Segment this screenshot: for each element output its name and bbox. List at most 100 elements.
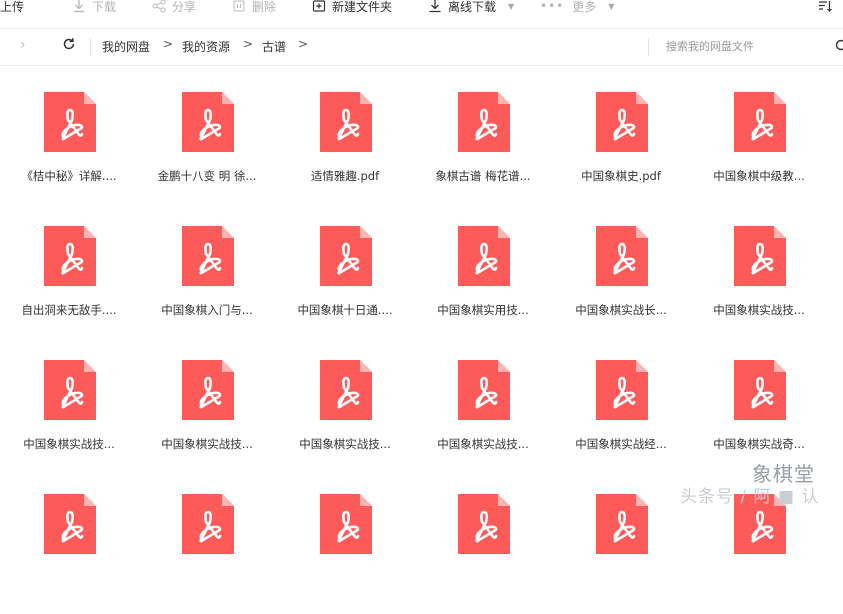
pdf-file-icon — [458, 92, 510, 152]
offline-download-label: 离线下载 — [448, 0, 496, 15]
new-folder-button[interactable]: 新建文件夹 — [312, 0, 392, 16]
new-folder-label: 新建文件夹 — [332, 0, 392, 15]
file-name: 中国象棋实战技... — [276, 436, 414, 452]
file-name: 中国象棋实用技... — [414, 302, 552, 318]
pdf-file-icon — [734, 360, 786, 420]
file-item[interactable] — [0, 494, 138, 614]
file-item[interactable]: 中国象棋实战技... — [276, 360, 414, 480]
watermark-text: 头条号 / 阿 ■ 认 — [680, 482, 819, 507]
divider — [648, 38, 649, 56]
download-icon — [72, 0, 86, 13]
breadcrumb-current-folder[interactable]: 古谱 — [262, 38, 286, 55]
pdf-file-icon — [182, 360, 234, 420]
file-item[interactable]: 中国象棋十日通.... — [276, 226, 414, 346]
file-item[interactable]: 中国象棋史.pdf — [552, 92, 690, 212]
file-name: 中国象棋史.pdf — [552, 168, 690, 184]
search-icon[interactable] — [834, 38, 843, 57]
file-name: 适情雅趣.pdf — [276, 168, 414, 184]
delete-button[interactable]: 删除 — [232, 0, 276, 16]
file-name: 中国象棋实战技... — [138, 436, 276, 452]
file-item[interactable]: 中国象棋实战技... — [138, 360, 276, 480]
breadcrumb-separator: > — [243, 37, 253, 51]
share-button[interactable]: 分享 — [152, 0, 196, 16]
breadcrumb-my-drive[interactable]: 我的网盘 — [102, 38, 150, 55]
file-name: 自出洞来无敌手.... — [0, 302, 138, 318]
share-label: 分享 — [172, 0, 196, 15]
file-name: 中国象棋实战技... — [690, 302, 828, 318]
download-label: 下载 — [92, 0, 116, 15]
divider — [90, 38, 91, 56]
pdf-file-icon — [320, 226, 372, 286]
sort-icon — [818, 0, 832, 13]
breadcrumb-separator: > — [298, 37, 308, 51]
file-name: 《桔中秘》详解.... — [0, 168, 138, 184]
file-item[interactable] — [552, 494, 690, 614]
file-item[interactable]: 中国象棋实战经... — [552, 360, 690, 480]
pdf-file-icon — [44, 494, 96, 554]
pdf-file-icon — [458, 494, 510, 554]
file-item[interactable]: 中国象棋中级教... — [690, 92, 828, 212]
offline-download-button[interactable]: 离线下载 ▼ — [428, 0, 514, 16]
file-item[interactable]: 金鹏十八变 明 徐... — [138, 92, 276, 212]
share-icon — [152, 0, 166, 13]
upload-button[interactable]: 上传 — [0, 0, 24, 16]
file-name: 中国象棋十日通.... — [276, 302, 414, 318]
file-item[interactable]: 中国象棋实战技... — [0, 360, 138, 480]
file-item[interactable] — [690, 494, 828, 614]
search-input[interactable]: 搜索我的网盘文件 — [666, 38, 754, 54]
trash-icon — [232, 0, 246, 13]
more-label: 更多 — [572, 0, 596, 15]
pdf-file-icon — [44, 92, 96, 152]
delete-label: 删除 — [252, 0, 276, 15]
file-name: 中国象棋实战技... — [414, 436, 552, 452]
file-item[interactable]: 中国象棋实用技... — [414, 226, 552, 346]
pdf-file-icon — [182, 494, 234, 554]
pdf-file-icon — [596, 226, 648, 286]
file-item[interactable] — [138, 494, 276, 614]
file-name: 中国象棋实战经... — [552, 436, 690, 452]
pdf-file-icon — [182, 92, 234, 152]
offline-download-icon — [428, 0, 442, 13]
file-name: 中国象棋实战奇... — [690, 436, 828, 452]
pdf-file-icon — [458, 360, 510, 420]
file-item[interactable]: 中国象棋实战技... — [414, 360, 552, 480]
forward-arrow-icon[interactable]: › — [20, 37, 26, 53]
refresh-icon[interactable] — [62, 36, 76, 55]
pdf-file-icon — [44, 360, 96, 420]
download-button[interactable]: 下载 — [72, 0, 116, 16]
file-item[interactable]: 中国象棋实战长... — [552, 226, 690, 346]
navigation-bar: › 我的网盘 > 我的资源 > 古谱 > 搜索我的网盘文件 — [0, 28, 843, 66]
pdf-file-icon — [734, 92, 786, 152]
chevron-down-icon: ▼ — [508, 2, 514, 11]
sort-button[interactable] — [818, 0, 838, 16]
file-item[interactable]: 自出洞来无敌手.... — [0, 226, 138, 346]
pdf-file-icon — [44, 226, 96, 286]
file-item[interactable]: 象棋古谱 梅花谱... — [414, 92, 552, 212]
upload-label: 上传 — [0, 0, 24, 15]
pdf-file-icon — [734, 226, 786, 286]
file-item[interactable]: 《桔中秘》详解.... — [0, 92, 138, 212]
file-name: 象棋古谱 梅花谱... — [414, 168, 552, 184]
file-name: 中国象棋实战技... — [0, 436, 138, 452]
pdf-file-icon — [458, 226, 510, 286]
chevron-down-icon: ▼ — [608, 2, 614, 11]
pdf-file-icon — [596, 360, 648, 420]
toolbar: 上传 下载 分享 删除 新建文件夹 离线下载 ▼ ••• 更多 ▼ — [0, 0, 843, 22]
pdf-file-icon — [596, 92, 648, 152]
breadcrumb-my-resources[interactable]: 我的资源 — [182, 38, 230, 55]
file-item[interactable]: 中国象棋入门与... — [138, 226, 276, 346]
file-item[interactable]: 适情雅趣.pdf — [276, 92, 414, 212]
pdf-file-icon — [182, 226, 234, 286]
file-name: 中国象棋中级教... — [690, 168, 828, 184]
file-item[interactable] — [414, 494, 552, 614]
pdf-file-icon — [320, 360, 372, 420]
pdf-file-icon — [596, 494, 648, 554]
more-button[interactable]: ••• 更多 ▼ — [540, 0, 614, 16]
file-item[interactable] — [276, 494, 414, 614]
pdf-file-icon — [320, 494, 372, 554]
new-folder-icon — [312, 0, 326, 13]
file-item[interactable]: 中国象棋实战技... — [690, 226, 828, 346]
file-name: 中国象棋入门与... — [138, 302, 276, 318]
breadcrumb-separator: > — [163, 37, 173, 51]
file-name: 中国象棋实战长... — [552, 302, 690, 318]
